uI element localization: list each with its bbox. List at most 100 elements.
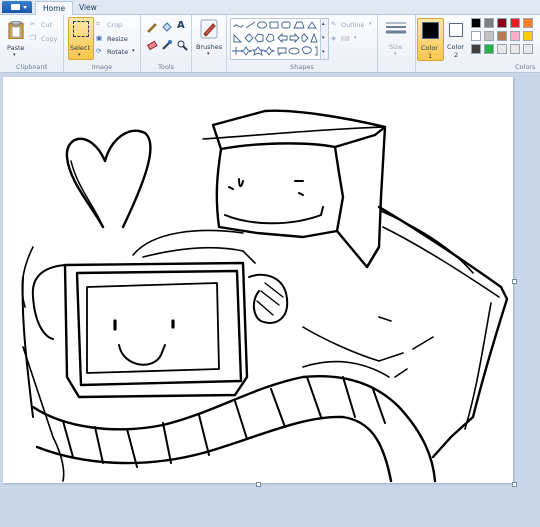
scissors-icon: ✂ [30, 20, 36, 28]
expand-gallery-icon[interactable]: ▾ [322, 49, 325, 55]
size-dropdown-icon: ▾ [394, 51, 397, 57]
paint-menu-button[interactable] [2, 1, 32, 13]
paste-label: Paste [7, 44, 25, 52]
shapes-scroll-buttons[interactable]: ▴ ▾ ▾ [320, 18, 329, 60]
drawing-canvas[interactable] [3, 77, 513, 483]
palette-swatch[interactable] [523, 18, 533, 28]
palette-swatch[interactable] [471, 18, 481, 28]
rotate-dropdown-icon: ▾ [132, 48, 135, 54]
color1-button[interactable]: Color 1 [417, 18, 444, 61]
palette-swatch[interactable] [471, 44, 481, 54]
resize-icon: ▣ [96, 34, 103, 42]
select-dropdown-icon: ▾ [78, 52, 81, 58]
shapes-group: ▴ ▾ ▾ ✎ Outline ▾ ◈ Fill ▾ Shapes [227, 15, 378, 72]
tools-group-label: Tools [157, 63, 174, 71]
clipboard-group: Paste ▾ ✂ Cut ❐ Copy Clipboard [0, 15, 64, 72]
palette-swatch[interactable] [497, 18, 507, 28]
color2-number: 2 [454, 51, 459, 59]
crop-label: Crop [107, 21, 123, 29]
rotate-icon: ⟳ [96, 47, 102, 55]
color-palette [471, 18, 540, 62]
cut-button[interactable]: ✂ Cut [30, 20, 60, 30]
palette-swatch[interactable] [510, 44, 520, 54]
resize-label: Resize [107, 35, 128, 43]
palette-swatch[interactable] [510, 18, 520, 28]
canvas-area [0, 73, 540, 527]
brushes-dropdown-icon: ▾ [207, 51, 210, 57]
image-group: Select ▾ ⌗ Crop ▣ Resize ⟳ Rotate ▾ Imag… [64, 15, 141, 72]
size-group: Size ▾ [378, 15, 416, 72]
color1-number: 1 [428, 52, 433, 60]
pencil-icon[interactable] [146, 21, 158, 33]
color1-swatch [422, 22, 439, 39]
paste-dropdown-icon: ▾ [13, 52, 16, 58]
paste-button[interactable]: Paste ▾ [3, 18, 29, 61]
palette-swatch[interactable] [484, 31, 494, 41]
palette-swatch[interactable] [484, 18, 494, 28]
fill-label: Fill [341, 35, 350, 43]
outline-icon: ✎ [331, 20, 337, 28]
outline-label: Outline [341, 21, 365, 29]
tab-view[interactable]: View [72, 1, 104, 14]
canvas-resize-handle-corner[interactable] [512, 482, 517, 487]
shapes-group-label: Shapes [290, 63, 314, 71]
paste-icon [8, 21, 24, 39]
tools-group: A Tools [141, 15, 192, 72]
palette-swatch[interactable] [523, 44, 533, 54]
fill-icon: ◈ [331, 34, 336, 42]
shapes-gallery-icons [232, 21, 318, 57]
palette-swatch[interactable] [471, 31, 481, 41]
color2-label: Color [447, 43, 464, 51]
brushes-group: Brushes ▾ [192, 15, 227, 72]
scroll-down-icon[interactable]: ▾ [322, 35, 325, 41]
rotate-label: Rotate [107, 48, 129, 56]
select-button[interactable]: Select ▾ [68, 17, 94, 60]
fill-button[interactable]: ◈ Fill ▾ [331, 34, 363, 44]
color-picker-icon[interactable] [161, 39, 173, 51]
select-rectangle-icon [73, 21, 89, 37]
image-group-label: Image [91, 63, 113, 71]
canvas-resize-handle-bottom[interactable] [256, 482, 261, 487]
tab-home[interactable]: Home [35, 1, 74, 15]
color1-label: Color [421, 44, 438, 52]
text-tool-icon[interactable]: A [177, 20, 185, 31]
line-size-icon [386, 22, 406, 34]
color2-swatch [449, 23, 463, 37]
outline-button[interactable]: ✎ Outline ▾ [331, 20, 375, 30]
shapes-gallery [230, 18, 322, 60]
resize-button[interactable]: ▣ Resize [96, 34, 134, 44]
dropdown-arrow-icon [23, 6, 27, 9]
palette-swatch[interactable] [510, 31, 520, 41]
palette-swatch[interactable] [484, 44, 494, 54]
drawing-sketch [21, 109, 509, 483]
brush-icon [200, 19, 218, 39]
scroll-up-icon[interactable]: ▴ [322, 21, 325, 27]
clipboard-group-label: Clipboard [15, 63, 48, 71]
ribbon: Paste ▾ ✂ Cut ❐ Copy Clipboard Select ▾ … [0, 15, 540, 73]
palette-swatch[interactable] [497, 31, 507, 41]
eraser-icon[interactable] [146, 39, 158, 51]
paint-menu-icon [11, 4, 20, 10]
colors-group-label: Colors [515, 63, 536, 71]
select-label: Select [70, 44, 91, 52]
outline-dropdown-icon: ▾ [369, 21, 372, 27]
fill-dropdown-icon: ▾ [354, 35, 357, 41]
canvas-resize-handle-right[interactable] [512, 279, 517, 284]
palette-swatch[interactable] [497, 44, 507, 54]
cut-label: Cut [41, 21, 53, 29]
fill-bucket-icon[interactable] [161, 21, 173, 33]
size-button[interactable]: Size ▾ [381, 17, 411, 61]
crop-icon: ⌗ [96, 20, 100, 28]
ribbon-tab-bar: Home View [0, 0, 540, 15]
rotate-button[interactable]: ⟳ Rotate ▾ [96, 47, 138, 57]
color2-button[interactable]: Color 2 [444, 18, 469, 59]
crop-button[interactable]: ⌗ Crop [96, 20, 130, 30]
copy-button[interactable]: ❐ Copy [30, 34, 62, 44]
copy-icon: ❐ [30, 34, 36, 42]
brushes-label: Brushes [196, 43, 223, 51]
copy-label: Copy [41, 35, 58, 43]
brushes-button[interactable]: Brushes ▾ [194, 17, 224, 61]
magnifier-icon[interactable] [176, 39, 188, 51]
size-label: Size [389, 43, 403, 51]
palette-swatch[interactable] [523, 31, 533, 41]
